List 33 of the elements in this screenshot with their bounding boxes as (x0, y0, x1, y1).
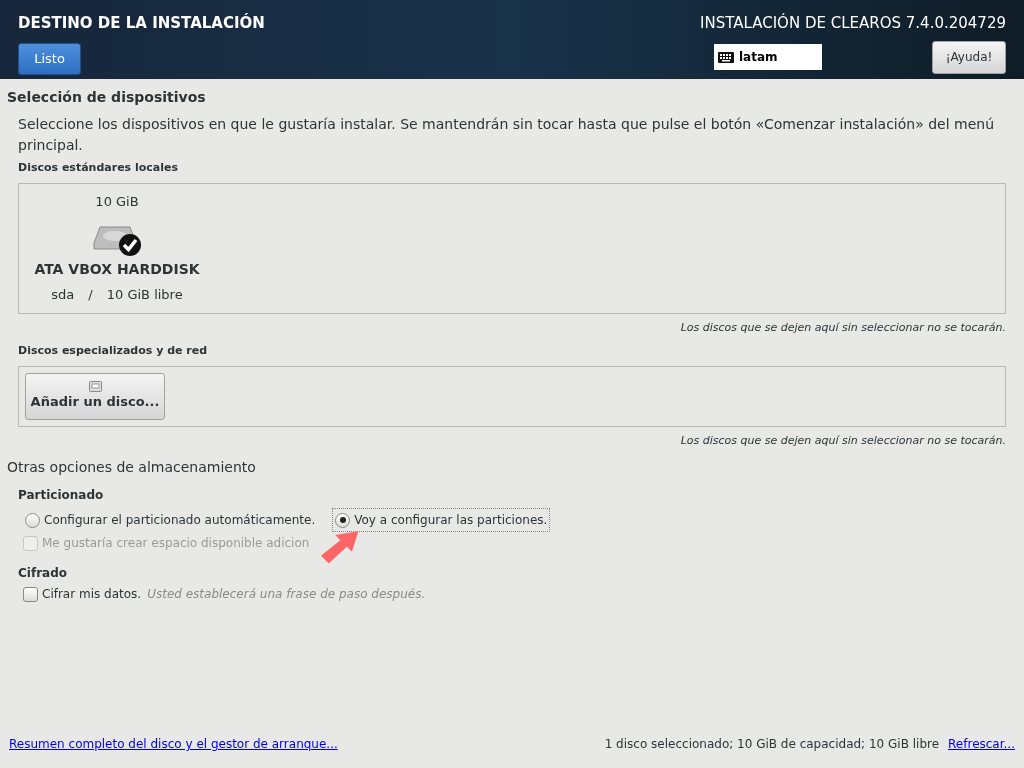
help-button[interactable]: ¡Ayuda! (932, 40, 1006, 74)
separator-text: / (88, 286, 93, 304)
device-name: sda (51, 286, 75, 304)
keyboard-layout-text: latam (739, 49, 778, 66)
checkbox-label: Cifrar mis datos. (42, 586, 142, 603)
done-button[interactable]: Listo (18, 42, 81, 75)
note-text: Los discos que se dejen aquí sin seleccionar no se tocarán. (680, 432, 1006, 449)
note-text: Los discos que se dejen aquí sin seleccionar no se tocarán. (680, 319, 1006, 336)
partitioning-radio[interactable]: Configurar el particionado automáticamente. (22, 508, 319, 532)
checkbox-label: Me gustaría crear espacio disponible adicion (42, 535, 310, 552)
refresh-link[interactable]: Refrescar... (948, 735, 1015, 753)
disk-tile[interactable]: 10 GiB ATA VBOX HARDDISK sda / 10 GiB libre (31, 191, 203, 313)
hint-text: Usted establecerá una frase de paso después. (147, 586, 426, 603)
free-space: 10 GiB libre (106, 286, 183, 304)
keyboard-layout-field[interactable]: latam (714, 44, 822, 70)
disk-size: 10 GiB (95, 192, 139, 211)
group-label: Cifrado (18, 565, 68, 582)
add-disk-button[interactable]: Añadir un disco... (25, 372, 165, 420)
group-label: Discos especializados y de red (18, 343, 209, 359)
status-text: 1 disco seleccionado; 10 GiB de capacidad; 10 GiB libre (604, 736, 940, 753)
disk-summary-link[interactable]: Resumen completo del disco y el gestor de arranque... (9, 735, 338, 753)
section-heading: Selección de dispositivos (7, 88, 207, 107)
disk-name: ATA VBOX HARDDISK (34, 260, 200, 279)
group-label: Discos estándares locales (18, 160, 180, 176)
group-label: Particionado (18, 487, 105, 504)
encrypt-checkbox[interactable] (23, 586, 38, 602)
section-heading: Otras opciones de almacenamiento (7, 458, 257, 477)
disk-icon (88, 380, 102, 392)
intro-text: Seleccione los dispositivos en que le gustaría instalar. Se mantendrán sin tocar hasta que pulse el botón «Comenzar instalación» del menú principal. (18, 115, 995, 155)
partitioning-radio[interactable]: Voy a configurar las particiones. (332, 508, 551, 532)
product-title: INSTALACIÓN DE CLEAROS 7.4.0.204729 (700, 12, 1006, 34)
keyboard-icon (718, 51, 734, 63)
page-title: DESTINO DE LA INSTALACIÓN (18, 12, 265, 34)
